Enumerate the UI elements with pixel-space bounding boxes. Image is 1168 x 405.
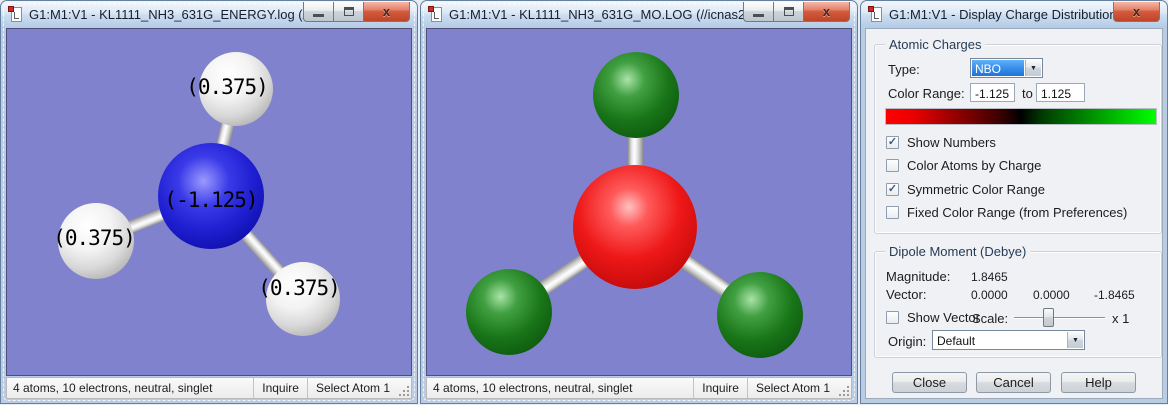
close-button[interactable]: x: [1113, 2, 1160, 22]
charge-type-value: NBO: [972, 60, 1024, 76]
color-range-min-input[interactable]: [970, 83, 1015, 102]
maximize-icon: [783, 7, 794, 16]
charge-type-combobox[interactable]: NBO ▼: [970, 58, 1043, 78]
scale-label: Scale:: [972, 311, 1009, 326]
color-range-max-input[interactable]: [1036, 83, 1085, 102]
help-button[interactable]: Help: [1061, 372, 1136, 393]
close-button[interactable]: x: [803, 2, 850, 22]
status-inquire: Inquire: [693, 378, 747, 398]
group-label: Atomic Charges: [885, 37, 986, 52]
show-vector-checkbox[interactable]: [886, 311, 899, 324]
type-label: Type:: [888, 62, 920, 77]
minimize-icon: [753, 14, 764, 17]
molecule-viewport-nh3[interactable]: (0.375) (-1.125) (0.375) (0.375): [6, 28, 412, 376]
close-icon: x: [822, 3, 831, 19]
magnitude-label: Magnitude:: [886, 269, 951, 284]
check-icon: ✓: [887, 183, 898, 195]
gaussview-file-icon: [868, 6, 883, 23]
fixed-color-range-label[interactable]: Fixed Color Range (from Preferences): [907, 205, 1127, 220]
symmetric-color-range-label[interactable]: Symmetric Color Range: [907, 182, 1045, 197]
show-numbers-checkbox[interactable]: ✓: [886, 136, 899, 149]
show-vector-label[interactable]: Show Vector: [907, 310, 980, 325]
scale-factor-value: x 1: [1112, 311, 1130, 326]
gaussview-file-icon: [428, 6, 443, 23]
status-select-atom: Select Atom 1: [306, 378, 398, 398]
chevron-down-icon[interactable]: ▼: [1067, 332, 1083, 348]
chevron-down-icon[interactable]: ▼: [1025, 60, 1041, 76]
resize-grip[interactable]: [838, 378, 851, 398]
vector-y-value: 0.0000: [1033, 288, 1070, 302]
maximize-button[interactable]: [773, 2, 803, 22]
minimize-button[interactable]: [303, 2, 333, 22]
charge-label: (0.375): [186, 75, 269, 99]
show-numbers-label[interactable]: Show Numbers: [907, 135, 996, 150]
check-icon: ✓: [887, 136, 898, 148]
minimize-icon: [313, 14, 324, 17]
resize-grip[interactable]: [398, 378, 411, 398]
minimize-button[interactable]: [743, 2, 773, 22]
display-charge-distribution-dialog: G1:M1:V1 - Display Charge Distribution x…: [860, 0, 1168, 404]
maximize-icon: [343, 7, 354, 16]
origin-combobox[interactable]: Default ▼: [932, 330, 1085, 350]
close-dialog-button[interactable]: Close: [892, 372, 967, 393]
cancel-button[interactable]: Cancel: [976, 372, 1051, 393]
color-atoms-by-charge-checkbox[interactable]: [886, 159, 899, 172]
to-label: to: [1022, 86, 1033, 101]
fixed-color-range-checkbox[interactable]: [886, 206, 899, 219]
window-energy-log: G1:M1:V1 - KL1111_NH3_631G_ENERGY.log (/…: [0, 0, 418, 404]
gaussview-file-icon: [8, 6, 23, 23]
close-icon: x: [382, 3, 391, 19]
molecule-status-text: 4 atoms, 10 electrons, neutral, singlet: [13, 381, 213, 395]
origin-label: Origin:: [888, 334, 927, 349]
maximize-button[interactable]: [333, 2, 363, 22]
scale-slider-thumb[interactable]: [1043, 308, 1054, 327]
charge-color-scale: [885, 108, 1157, 125]
group-label: Dipole Moment (Debye): [885, 244, 1031, 259]
status-select-atom: Select Atom 1: [746, 378, 838, 398]
symmetric-color-range-checkbox[interactable]: ✓: [886, 183, 899, 196]
positive-charge-atom[interactable]: [466, 269, 552, 355]
negative-charge-atom[interactable]: [573, 165, 697, 289]
charge-label: (0.375): [53, 226, 136, 250]
close-button[interactable]: x: [363, 2, 410, 22]
status-inquire: Inquire: [253, 378, 307, 398]
molecule-status-text: 4 atoms, 10 electrons, neutral, singlet: [433, 381, 633, 395]
charge-label: (0.375): [258, 276, 341, 300]
positive-charge-atom[interactable]: [717, 272, 803, 358]
vector-x-value: 0.0000: [971, 288, 1008, 302]
color-range-label: Color Range:: [888, 86, 965, 101]
molecule-viewport-charge-colored[interactable]: [426, 28, 852, 376]
positive-charge-atom[interactable]: [593, 52, 679, 138]
origin-value: Default: [937, 334, 976, 348]
statusbar: 4 atoms, 10 electrons, neutral, singlet …: [6, 377, 412, 399]
window-mo-log: G1:M1:V1 - KL1111_NH3_631G_MO.LOG (//icn…: [420, 0, 858, 404]
dialog-body: Atomic Charges Type: NBO ▼ Color Range: …: [865, 28, 1163, 399]
statusbar: 4 atoms, 10 electrons, neutral, singlet …: [426, 377, 852, 399]
magnitude-value: 1.8465: [971, 270, 1008, 284]
color-atoms-by-charge-label[interactable]: Color Atoms by Charge: [907, 158, 1041, 173]
vector-label: Vector:: [886, 287, 927, 302]
vector-z-value: -1.8465: [1094, 288, 1135, 302]
scale-slider-track[interactable]: [1014, 317, 1105, 319]
charge-label: (-1.125): [164, 188, 258, 212]
close-icon: x: [1132, 3, 1141, 19]
